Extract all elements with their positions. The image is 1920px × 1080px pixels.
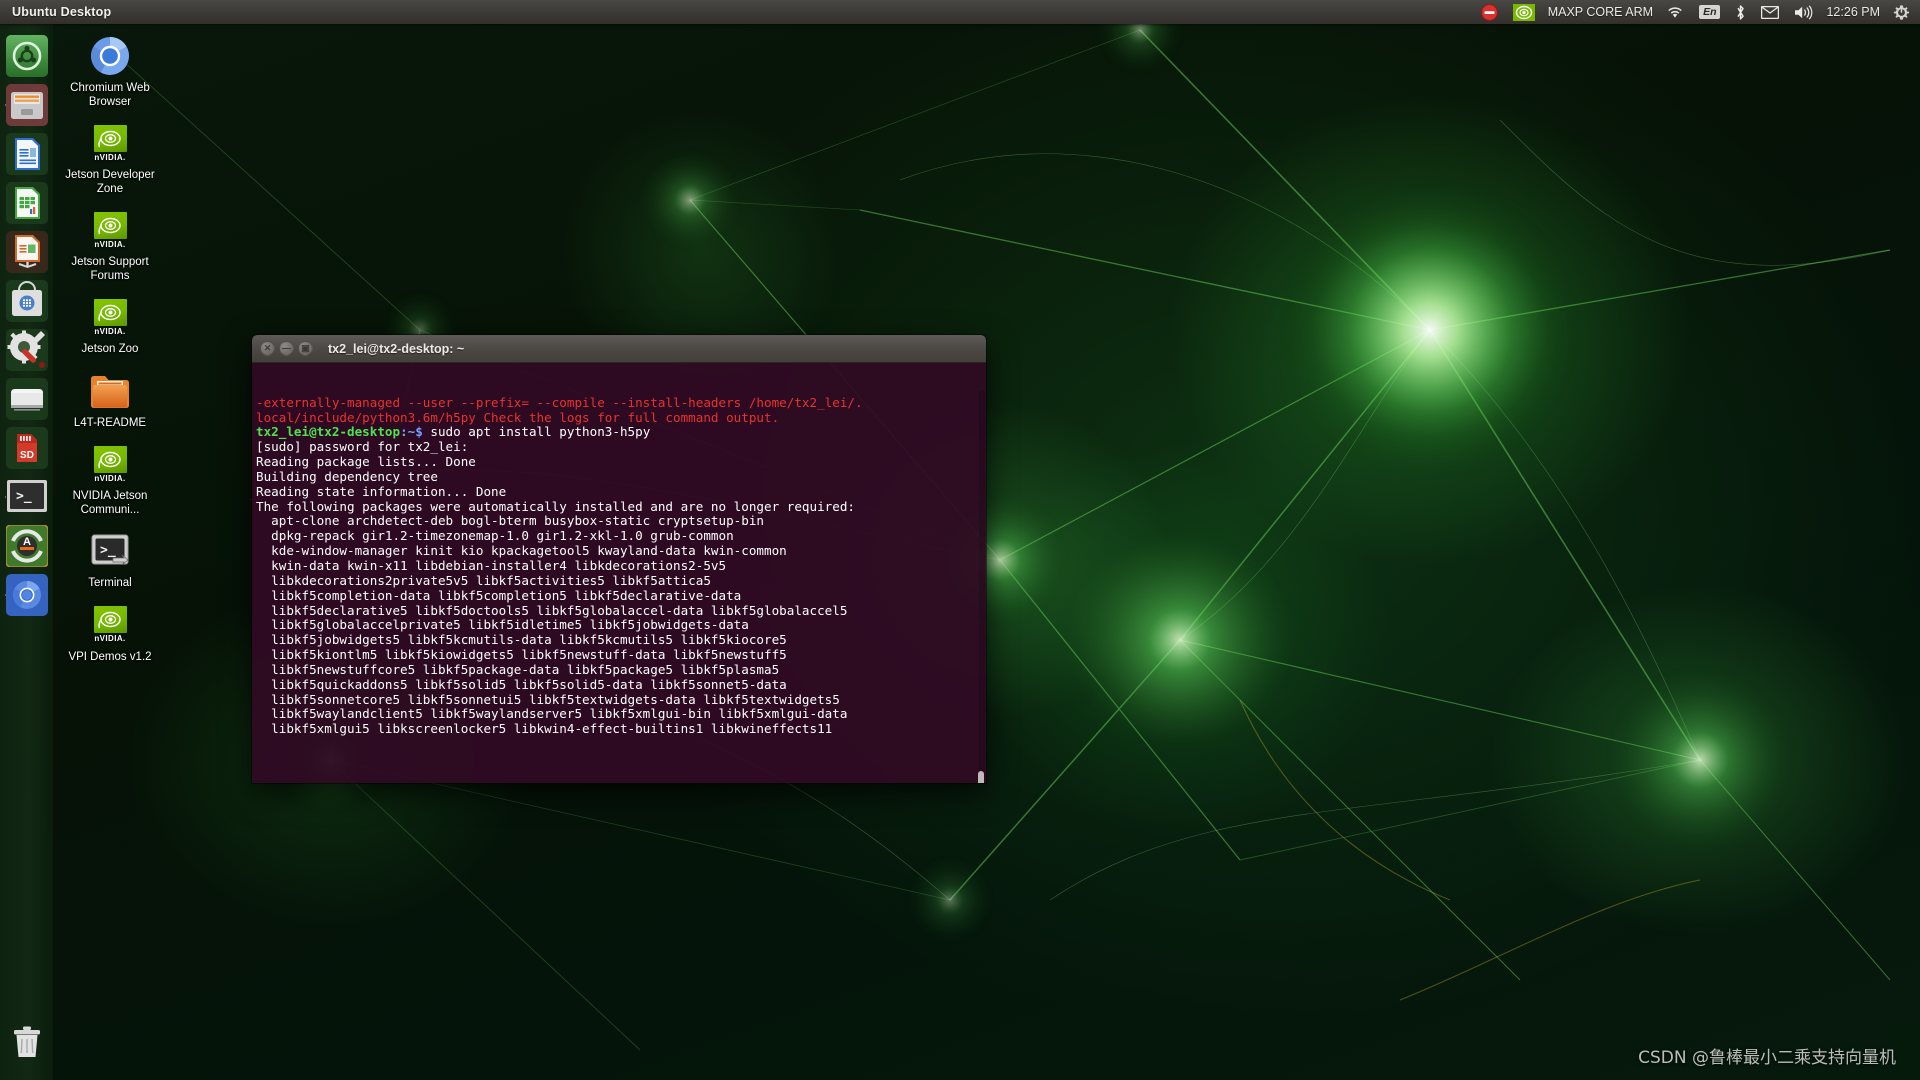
desktop-icon-label: Terminal (62, 577, 158, 591)
folder-icon (62, 368, 158, 414)
launcher-item-amazon[interactable]: A (5, 524, 49, 568)
speaker-icon[interactable] (1792, 0, 1815, 24)
svg-text:>_: >_ (100, 543, 116, 558)
system-tray[interactable]: MAXP CORE ARM En (1479, 0, 1920, 24)
desktop-icon-grid: Chromium Web Browser nVIDIA. Jets (62, 30, 158, 672)
desktop-icon-label: Jetson Zoo (62, 343, 158, 357)
terminal-line: libkf5xmlgui5 libkscreenlocker5 libkwin4… (256, 722, 980, 737)
desktop-icon-jetson-support-forums[interactable]: nVIDIA. Jetson Support Forums (62, 204, 158, 285)
close-icon[interactable]: ✕ (260, 341, 275, 356)
terminal-line: libkf5declarative5 libkf5doctools5 libkf… (256, 604, 980, 619)
unity-launcher[interactable]: SD >_ A (0, 24, 53, 1080)
desktop-icon-label: Chromium Web Browser (62, 82, 158, 109)
desktop-icon-jetson-zoo[interactable]: nVIDIA. Jetson Zoo (62, 291, 158, 359)
do-not-disturb-icon[interactable] (1479, 0, 1500, 24)
launcher-item-libreoffice-impress[interactable] (5, 230, 49, 274)
terminal-line: libkf5quickaddons5 libkf5solid5 libkf5so… (256, 678, 980, 693)
terminal-line: libkf5jobwidgets5 libkf5kcmutils-data li… (256, 633, 980, 648)
terminal-line: libkf5sonnetcore5 libkf5sonnetui5 libkf5… (256, 693, 980, 708)
svg-text:SD: SD (20, 450, 34, 461)
terminal-command: sudo apt install python3-h5py (423, 424, 650, 439)
envelope-icon[interactable] (1759, 0, 1781, 24)
terminal-line: tx2_lei@tx2-desktop:~$ sudo apt install … (256, 425, 980, 440)
desktop-icon-l4t-readme[interactable]: L4T-README (62, 365, 158, 433)
svg-text:>_: >_ (16, 489, 32, 504)
minimize-icon[interactable]: — (279, 341, 294, 356)
wifi-icon[interactable] (1664, 0, 1686, 24)
chromium-icon (62, 33, 158, 79)
terminal-lines: -externally-managed --user --prefix= --c… (256, 396, 980, 737)
desktop-icon-label: Jetson Support Forums (62, 256, 158, 283)
nvidia-icon: nVIDIA. (62, 294, 158, 340)
desktop-icon-chromium[interactable]: Chromium Web Browser (62, 30, 158, 111)
svg-text:A: A (23, 536, 31, 548)
terminal-line: [sudo] password for tx2_lei: (256, 440, 980, 455)
keyboard-layout-indicator[interactable]: En (1697, 0, 1722, 24)
top-panel[interactable]: Ubuntu Desktop MAXP CORE ARM (0, 0, 1920, 24)
panel-title: Ubuntu Desktop (12, 5, 111, 19)
nvidia-icon: nVIDIA. (62, 120, 158, 166)
launcher-item-disk-drive[interactable] (5, 377, 49, 421)
terminal-line: libkf5globalaccelprivate5 libkf5idletime… (256, 618, 980, 633)
running-indicator (5, 591, 6, 599)
terminal-title: tx2_lei@tx2-desktop: ~ (328, 342, 464, 356)
nvidia-tray-label: MAXP CORE ARM (1548, 5, 1653, 19)
desktop-icon-jetson-developer-zone[interactable]: nVIDIA. Jetson Developer Zone (62, 117, 158, 198)
desktop-background[interactable]: Ubuntu Desktop MAXP CORE ARM (0, 0, 1920, 1080)
running-indicator (5, 101, 6, 109)
nvidia-tray-icon[interactable] (1511, 0, 1537, 24)
keyboard-layout-label: En (1699, 5, 1720, 19)
nvidia-icon: nVIDIA. (62, 207, 158, 253)
terminal-line: Building dependency tree (256, 470, 980, 485)
launcher-item-libreoffice-calc[interactable] (5, 181, 49, 225)
launcher-item-ubuntu-software[interactable] (5, 279, 49, 323)
launcher-item-files[interactable] (5, 83, 49, 127)
terminal-line: apt-clone archdetect-deb bogl-bterm busy… (256, 514, 980, 529)
clock-label[interactable]: 12:26 PM (1826, 5, 1880, 19)
terminal-line: libkdecorations2private5v5 libkf5activit… (256, 574, 980, 589)
terminal-window[interactable]: ✕ — ▣ tx2_lei@tx2-desktop: ~ -externally… (252, 335, 986, 783)
desktop-icon-vpi-demos[interactable]: nVIDIA. VPI Demos v1.2 (62, 599, 158, 667)
terminal-titlebar[interactable]: ✕ — ▣ tx2_lei@tx2-desktop: ~ (252, 335, 986, 363)
launcher-item-libreoffice-writer[interactable] (5, 132, 49, 176)
terminal-line: libkf5completion-data libkf5completion5 … (256, 589, 980, 604)
terminal-prompt-path: :~$ (400, 424, 423, 439)
running-indicator (5, 493, 6, 501)
terminal-line: libkf5newstuffcore5 libkf5package-data l… (256, 663, 980, 678)
terminal-line: dpkg-repack gir1.2-timezonemap-1.0 gir1.… (256, 529, 980, 544)
desktop-icon-label: VPI Demos v1.2 (62, 651, 158, 665)
terminal-output[interactable]: -externally-managed --user --prefix= --c… (252, 363, 986, 783)
terminal-line: The following packages were automaticall… (256, 500, 980, 515)
session-gear-icon[interactable] (1891, 0, 1912, 24)
terminal-line: local/include/python3.6m/h5py Check the … (256, 411, 980, 426)
bluetooth-icon[interactable] (1733, 0, 1748, 24)
terminal-line: kde-window-manager kinit kio kpackagetoo… (256, 544, 980, 559)
watermark-text: CSDN @鲁棒最小二乘支持向量机 (1638, 1043, 1896, 1068)
launcher-item-sd-card[interactable]: SD (5, 426, 49, 470)
terminal-line: Reading state information... Done (256, 485, 980, 500)
nvidia-icon: nVIDIA. (62, 602, 158, 648)
launcher-item-ubuntu-dash[interactable] (5, 34, 49, 78)
terminal-prompt-user: tx2_lei@tx2-desktop (256, 424, 400, 439)
launcher-item-system-settings[interactable] (5, 328, 49, 372)
terminal-line: libkf5kiontlm5 libkf5kiowidgets5 libkf5n… (256, 648, 980, 663)
terminal-line: libkf5waylandclient5 libkf5waylandserver… (256, 707, 980, 722)
desktop-icon-nvidia-jetson-community[interactable]: nVIDIA. NVIDIA Jetson Communi... (62, 438, 158, 519)
terminal-scrollbar[interactable] (979, 391, 985, 783)
terminal-line: kwin-data kwin-x11 libdebian-installer4 … (256, 559, 980, 574)
terminal-line: -externally-managed --user --prefix= --c… (256, 396, 980, 411)
launcher-item-terminal[interactable]: >_ (5, 475, 49, 519)
desktop-icon-terminal[interactable]: >_ Terminal (62, 525, 158, 593)
maximize-icon[interactable]: ▣ (298, 341, 313, 356)
desktop-icon-label: L4T-README (62, 417, 158, 431)
terminal-line: Reading package lists... Done (256, 455, 980, 470)
launcher-item-chromium[interactable] (5, 573, 49, 617)
nvidia-icon: nVIDIA. (62, 441, 158, 487)
desktop-icon-label: Jetson Developer Zone (62, 169, 158, 196)
terminal-icon: >_ (62, 528, 158, 574)
terminal-scrollbar-thumb[interactable] (978, 771, 984, 783)
launcher-item-trash[interactable] (5, 1021, 49, 1065)
launcher-bottom-group[interactable] (0, 1017, 53, 1070)
desktop-icon-label: NVIDIA Jetson Communi... (62, 490, 158, 517)
